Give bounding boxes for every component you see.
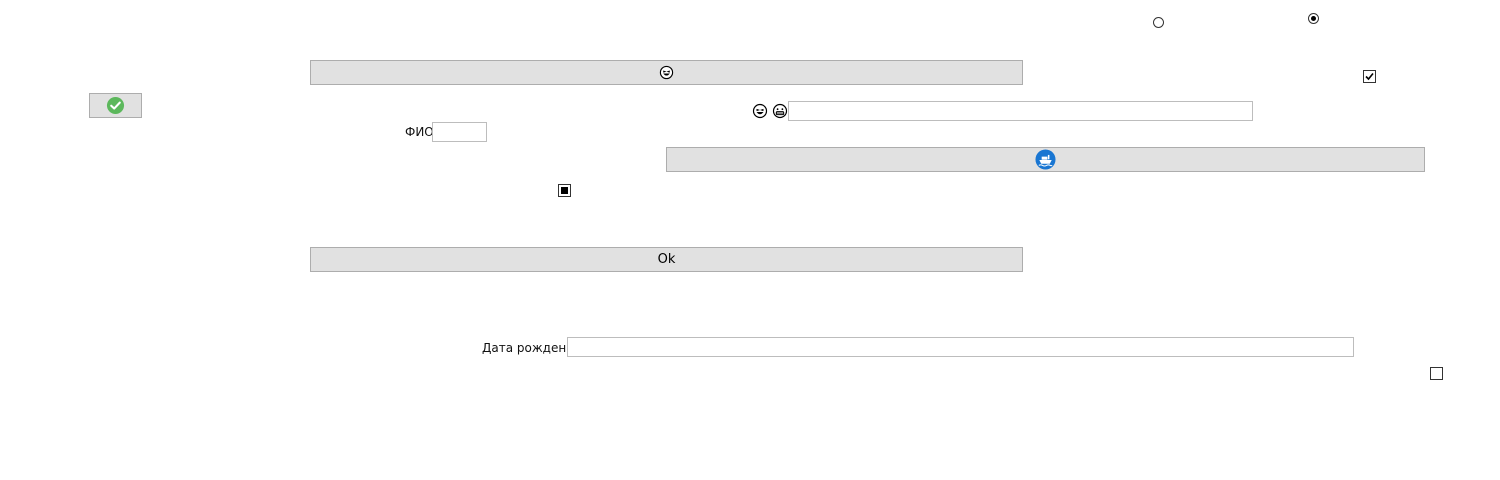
- checkbox-unchecked[interactable]: [1430, 367, 1443, 380]
- indeterminate-square: [561, 187, 568, 194]
- ship-icon: [1035, 149, 1056, 170]
- laughing-emoji-icon: [752, 103, 768, 119]
- radio-option-2[interactable]: [1308, 13, 1319, 24]
- laughing-emoji-icon: [659, 65, 674, 80]
- ok-button[interactable]: Ok: [310, 247, 1023, 272]
- fio-input[interactable]: [432, 122, 487, 142]
- birth-date-input[interactable]: [567, 337, 1354, 357]
- green-checkmark-icon: [106, 96, 125, 115]
- emoji-text-input[interactable]: [788, 101, 1253, 121]
- emoji-button[interactable]: [310, 60, 1023, 85]
- fio-label: ФИО: [405, 125, 434, 139]
- checkbox-checked[interactable]: [1363, 70, 1376, 83]
- ship-button[interactable]: [666, 147, 1425, 172]
- checkmark-icon: [1365, 72, 1374, 81]
- radio-selected-dot: [1311, 16, 1316, 21]
- confirm-button[interactable]: [89, 93, 142, 118]
- checkbox-indeterminate[interactable]: [558, 184, 571, 197]
- grinning-emoji-icon: [772, 103, 788, 119]
- radio-option-1[interactable]: [1153, 17, 1164, 28]
